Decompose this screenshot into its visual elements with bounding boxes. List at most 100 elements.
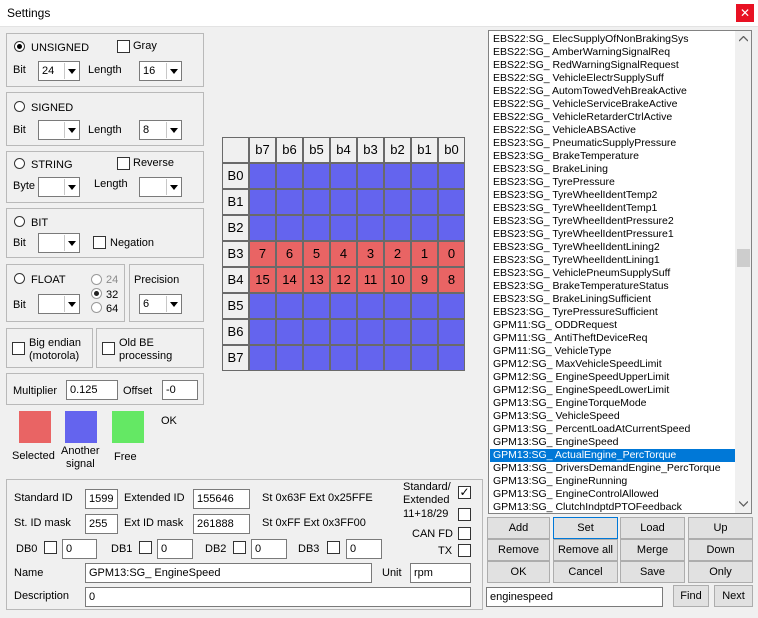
- bit-cell[interactable]: [438, 163, 465, 189]
- unit-input[interactable]: rpm: [410, 563, 471, 583]
- signal-list-item[interactable]: EBS22:SG_ VehicleElectrSupplySuff: [490, 72, 735, 85]
- remove-button[interactable]: Remove: [487, 539, 550, 561]
- signal-list-item[interactable]: EBS22:SG_ RedWarningSignalRequest: [490, 59, 735, 72]
- find-button[interactable]: Find: [673, 585, 709, 607]
- signal-list-item[interactable]: EBS23:SG_ BrakeLiningSufficient: [490, 293, 735, 306]
- close-button[interactable]: ✕: [736, 4, 754, 22]
- bit-cell[interactable]: 0: [438, 241, 465, 267]
- signal-list-item[interactable]: GPM13:SG_ VehicleSpeed: [490, 410, 735, 423]
- signal-list-item[interactable]: GPM13:SG_ PercentLoadAtCurrentSpeed: [490, 423, 735, 436]
- bit-cell[interactable]: [384, 319, 411, 345]
- bit-cell[interactable]: [357, 215, 384, 241]
- merge-button[interactable]: Merge: [620, 539, 685, 561]
- signal-list-item[interactable]: GPM11:SG_ VehicleType: [490, 345, 735, 358]
- bit-cell[interactable]: [411, 163, 438, 189]
- signed-length-combo[interactable]: 8: [139, 120, 182, 140]
- signal-list-item[interactable]: EBS23:SG_ TyreWheelIdentTemp2: [490, 189, 735, 202]
- bit-cell[interactable]: [384, 163, 411, 189]
- signal-list-item[interactable]: GPM13:SG_ EngineTorqueMode: [490, 397, 735, 410]
- search-input[interactable]: enginespeed: [486, 587, 663, 607]
- bit-cell[interactable]: [276, 215, 303, 241]
- bit-cell[interactable]: 1: [411, 241, 438, 267]
- ext-mask-input[interactable]: 261888: [193, 514, 250, 534]
- string-length-combo[interactable]: [139, 177, 182, 197]
- signal-list-item[interactable]: EBS23:SG_ TyreWheelIdentPressure1: [490, 228, 735, 241]
- db0-input[interactable]: 0: [62, 539, 97, 559]
- old-be-checkbox[interactable]: [102, 342, 115, 355]
- bit-cell[interactable]: [249, 319, 276, 345]
- load-button[interactable]: Load: [620, 517, 685, 539]
- signal-list-item[interactable]: EBS23:SG_ TyreWheelIdentPressure2: [490, 215, 735, 228]
- bit-cell[interactable]: 6: [276, 241, 303, 267]
- bit-cell[interactable]: 5: [303, 241, 330, 267]
- bit-cell[interactable]: 12: [330, 267, 357, 293]
- cancel-button[interactable]: Cancel: [553, 561, 618, 583]
- bit-cell[interactable]: [249, 215, 276, 241]
- extended-id-input[interactable]: 155646: [193, 489, 250, 509]
- bit-cell[interactable]: [438, 215, 465, 241]
- string-radio[interactable]: [14, 158, 25, 169]
- bit-cell[interactable]: [357, 189, 384, 215]
- unsigned-radio[interactable]: [14, 41, 25, 52]
- signal-list-item[interactable]: GPM12:SG_ EngineSpeedLowerLimit: [490, 384, 735, 397]
- name-input[interactable]: GPM13:SG_ EngineSpeed: [85, 563, 372, 583]
- standard-id-input[interactable]: 1599: [85, 489, 118, 509]
- bit-cell[interactable]: [303, 215, 330, 241]
- signal-list-item[interactable]: EBS23:SG_ TyrePressure: [490, 176, 735, 189]
- bit-cell[interactable]: [276, 293, 303, 319]
- description-input[interactable]: 0: [85, 587, 471, 607]
- bit-cell[interactable]: [303, 345, 330, 371]
- bit-cell[interactable]: 15: [249, 267, 276, 293]
- bit-cell[interactable]: [276, 319, 303, 345]
- db0-checkbox[interactable]: [44, 541, 57, 554]
- reverse-checkbox[interactable]: [117, 157, 130, 170]
- signal-list-item[interactable]: EBS23:SG_ TyreWheelIdentLining1: [490, 254, 735, 267]
- ok-button[interactable]: OK: [487, 561, 550, 583]
- signal-list-item[interactable]: EBS22:SG_ ElecSupplyOfNonBrakingSys: [490, 33, 735, 46]
- bit-cell[interactable]: [438, 293, 465, 319]
- bit-cell[interactable]: [411, 189, 438, 215]
- signal-list-item[interactable]: EBS22:SG_ AutomTowedVehBreakActive: [490, 85, 735, 98]
- bit-cell[interactable]: [249, 293, 276, 319]
- set-button[interactable]: Set: [553, 517, 618, 539]
- only-button[interactable]: Only: [688, 561, 753, 583]
- unsigned-bit-combo[interactable]: 24: [38, 61, 80, 81]
- db3-input[interactable]: 0: [346, 539, 382, 559]
- signal-list-item[interactable]: EBS23:SG_ VehiclePneumSupplySuff: [490, 267, 735, 280]
- negation-checkbox[interactable]: [93, 236, 106, 249]
- signal-list-item[interactable]: EBS23:SG_ TyreWheelIdentTemp1: [490, 202, 735, 215]
- signal-list-item[interactable]: GPM11:SG_ ODDRequest: [490, 319, 735, 332]
- float-radio[interactable]: [14, 273, 25, 284]
- bit-cell[interactable]: 3: [357, 241, 384, 267]
- bit-cell[interactable]: [438, 189, 465, 215]
- bit-cell[interactable]: [330, 215, 357, 241]
- bit-cell[interactable]: [330, 189, 357, 215]
- signal-list-item[interactable]: GPM13:SG_ DriversDemandEngine_PercTorque: [490, 462, 735, 475]
- bit-cell[interactable]: [330, 319, 357, 345]
- mode-1118-checkbox[interactable]: [458, 508, 471, 521]
- bit-cell[interactable]: 2: [384, 241, 411, 267]
- bit-cell[interactable]: [357, 293, 384, 319]
- save-button[interactable]: Save: [620, 561, 685, 583]
- signal-list-item[interactable]: EBS22:SG_ VehicleABSActive: [490, 124, 735, 137]
- float-32-radio[interactable]: [91, 288, 102, 299]
- float-24-radio[interactable]: [91, 274, 102, 285]
- bit-cell[interactable]: [411, 293, 438, 319]
- signal-list-item[interactable]: EBS23:SG_ BrakeLining: [490, 163, 735, 176]
- bit-cell[interactable]: [384, 189, 411, 215]
- float-bit-combo[interactable]: [38, 294, 80, 314]
- db2-input[interactable]: 0: [251, 539, 287, 559]
- bit-cell[interactable]: [384, 293, 411, 319]
- bit-radio[interactable]: [14, 216, 25, 227]
- db3-checkbox[interactable]: [327, 541, 340, 554]
- down-button[interactable]: Down: [688, 539, 753, 561]
- bit-cell[interactable]: [411, 345, 438, 371]
- bit-cell[interactable]: 7: [249, 241, 276, 267]
- bit-cell[interactable]: 4: [330, 241, 357, 267]
- signal-list-item[interactable]: EBS23:SG_ BrakeTemperature: [490, 150, 735, 163]
- signal-list-item[interactable]: GPM13:SG_ ActualEngine_PercTorque: [490, 449, 735, 462]
- bit-cell[interactable]: [330, 163, 357, 189]
- bit-cell[interactable]: [276, 345, 303, 371]
- bit-cell[interactable]: [303, 163, 330, 189]
- gray-checkbox[interactable]: [117, 40, 130, 53]
